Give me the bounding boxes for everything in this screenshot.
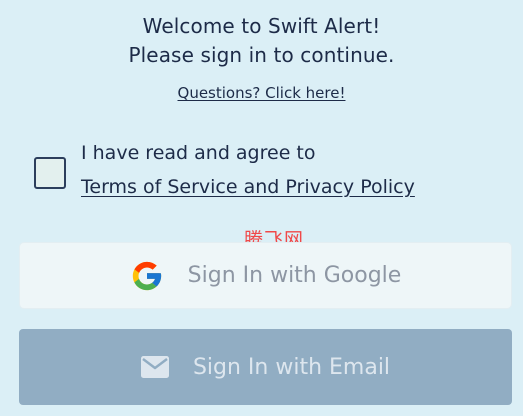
email-button-label: Sign In with Email: [192, 354, 391, 380]
welcome-line-2: Please sign in to continue.: [128, 43, 395, 67]
sign-in-google-button[interactable]: Sign In with Google: [19, 242, 512, 309]
agree-checkbox[interactable]: [34, 157, 66, 189]
welcome-line-1: Welcome to Swift Alert!: [142, 14, 381, 38]
sign-in-email-button[interactable]: Sign In with Email: [19, 329, 512, 405]
agree-text: I have read and agree to: [81, 142, 316, 164]
terms-link[interactable]: Terms of Service and Privacy Policy: [81, 174, 415, 200]
welcome-heading: Welcome to Swift Alert! Please sign in t…: [0, 12, 523, 70]
questions-link[interactable]: Questions? Click here!: [0, 83, 523, 103]
terms-agreement: I have read and agree to Terms of Servic…: [34, 140, 494, 206]
envelope-icon: [140, 356, 169, 378]
google-button-label: Sign In with Google: [187, 263, 402, 288]
google-g-icon: [130, 259, 164, 293]
